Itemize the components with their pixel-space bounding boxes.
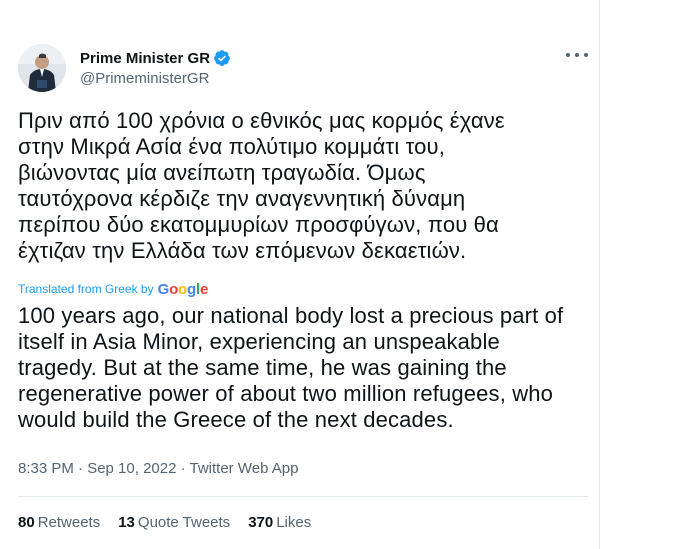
- dot: [566, 53, 570, 57]
- retweets-label: Retweets: [37, 514, 101, 531]
- retweets-count: 80: [18, 514, 35, 531]
- likes-count: 370: [248, 514, 274, 531]
- author-handle[interactable]: @PrimeministerGR: [80, 70, 231, 87]
- quotes-label: Quote Tweets: [137, 514, 231, 531]
- tweet-header: Prime Minister GR @PrimeministerGR: [18, 44, 588, 94]
- likes-label: Likes: [276, 514, 312, 531]
- dot: [584, 53, 588, 57]
- dot: [575, 53, 579, 57]
- text-line: στην Μικρά Ασία ένα πολύτιμο κομμάτι του…: [18, 134, 445, 159]
- text-line: would build the Greece of the next decad…: [18, 407, 454, 432]
- verified-badge-icon: [213, 49, 231, 67]
- quotes-count: 13: [118, 514, 135, 531]
- text-line: Πριν από 100 χρόνια ο εθνικός μας κορμός…: [18, 108, 505, 133]
- text-line: έχτιζαν την Ελλάδα των επόμενων δεκαετιώ…: [18, 238, 467, 263]
- tweet-text-translation: 100 years ago, our national body lost a …: [18, 303, 593, 433]
- author-name[interactable]: Prime Minister GR: [80, 50, 210, 67]
- avatar-image: [18, 44, 66, 92]
- text-line: itself in Asia Minor, experiencing an un…: [18, 329, 500, 354]
- text-line: βιώνοντας μία ανείπωτη τραγωδία. Όμως: [18, 160, 426, 185]
- author-info: Prime Minister GR @PrimeministerGR: [80, 48, 231, 87]
- text-line: ταυτόχρονα κέρδιζε την αναγεννητική δύνα…: [18, 186, 466, 211]
- divider: [18, 496, 588, 497]
- text-line: tragedy. But at the same time, he was ga…: [18, 355, 507, 380]
- translation-attribution[interactable]: Translated from Greek by Google: [18, 280, 208, 298]
- tweet-timestamp[interactable]: 8:33 PM · Sep 10, 2022 · Twitter Web App: [18, 460, 298, 477]
- quote-tweets-stat[interactable]: 13 Quote Tweets: [118, 514, 230, 531]
- translated-label: Translated from Greek by: [18, 282, 154, 296]
- retweets-stat[interactable]: 80 Retweets: [18, 514, 100, 531]
- engagement-stats: 80 Retweets 13 Quote Tweets 370 Likes: [18, 514, 329, 531]
- text-line: 100 years ago, our national body lost a …: [18, 303, 564, 328]
- tweet-card: Prime Minister GR @PrimeministerGR Πριν …: [0, 0, 600, 549]
- likes-stat[interactable]: 370 Likes: [248, 514, 311, 531]
- more-options-icon[interactable]: [566, 48, 588, 62]
- tweet-text-greek: Πριν από 100 χρόνια ο εθνικός μας κορμός…: [18, 108, 578, 264]
- avatar[interactable]: [18, 44, 66, 92]
- google-logo: Google: [157, 280, 209, 298]
- text-line: regenerative power of about two million …: [18, 381, 554, 406]
- text-line: περίπου δύο εκατομμυρίων προσφύγων, που …: [18, 212, 499, 237]
